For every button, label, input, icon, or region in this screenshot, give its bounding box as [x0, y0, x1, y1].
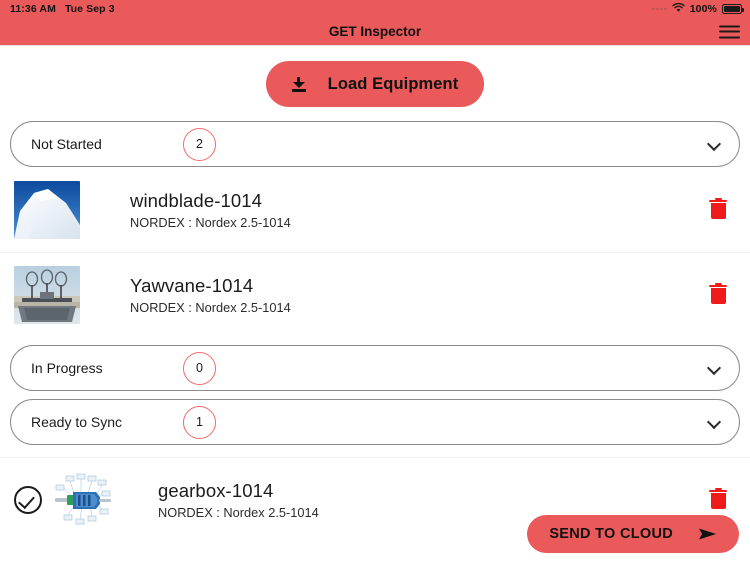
status-bar: 11:36 AM Tue Sep 3 100% [0, 0, 750, 18]
status-bar-time: 11:36 AM [10, 3, 56, 15]
chevron-down-icon[interactable] [708, 138, 721, 151]
send-to-cloud-button[interactable]: SEND TO CLOUD [527, 515, 739, 553]
app-bar: GET Inspector [0, 18, 750, 46]
battery-full-icon [722, 4, 744, 14]
list-item[interactable]: windblade-1014 NORDEX : Nordex 2.5-1014 [0, 167, 750, 252]
section-count-in-progress: 0 [183, 351, 216, 385]
load-equipment-toolbar: Load Equipment [0, 46, 750, 107]
section-label-ready-to-sync: Ready to Sync [31, 414, 123, 430]
status-bar-indicators: 100% [652, 2, 744, 16]
trash-icon[interactable] [708, 487, 728, 512]
signal-dots-icon [652, 7, 667, 11]
load-equipment-label: Load Equipment [327, 74, 459, 93]
check-circle-icon [14, 485, 42, 514]
list-item-text: Yawvane-1014 NORDEX : Nordex 2.5-1014 [130, 275, 291, 315]
windblade-photo [14, 180, 80, 239]
battery-percent-label: 100% [689, 3, 717, 15]
load-equipment-button[interactable]: Load Equipment [265, 61, 485, 107]
wifi-icon [672, 2, 685, 16]
list-item-title: gearbox-1014 [158, 479, 274, 501]
status-bar-date: Tue Sep 3 [64, 3, 115, 15]
section-count-ready-to-sync: 1 [183, 405, 216, 439]
list-item-text: windblade-1014 NORDEX : Nordex 2.5-1014 [130, 190, 291, 230]
section-count-not-started: 2 [183, 127, 216, 161]
section-header-not-started[interactable]: Not Started 2 [10, 121, 740, 167]
chevron-down-icon[interactable] [708, 362, 721, 375]
list-item-subtitle: NORDEX : Nordex 2.5-1014 [130, 214, 291, 230]
trash-icon[interactable] [708, 197, 728, 222]
list-item-subtitle: NORDEX : Nordex 2.5-1014 [130, 299, 291, 315]
section-header-ready-to-sync[interactable]: Ready to Sync 1 [10, 399, 740, 445]
footer-actions: SEND TO CLOUD [527, 515, 739, 553]
list-item-subtitle: NORDEX : Nordex 2.5-1014 [158, 504, 319, 520]
gearbox-diagram [50, 470, 116, 529]
send-arrow-icon [699, 527, 717, 541]
hamburger-menu-icon[interactable] [719, 25, 740, 38]
page-title: GET Inspector [328, 24, 422, 39]
app-root: 11:36 AM Tue Sep 3 100% GET Inspector Lo… [0, 0, 750, 562]
send-to-cloud-label: SEND TO CLOUD [549, 526, 673, 542]
list-item-title: Yawvane-1014 [130, 274, 254, 296]
section-header-in-progress[interactable]: In Progress 0 [10, 345, 740, 391]
not-started-list: windblade-1014 NORDEX : Nordex 2.5-1014 [0, 167, 750, 337]
list-item-title: windblade-1014 [130, 189, 263, 211]
list-item[interactable]: Yawvane-1014 NORDEX : Nordex 2.5-1014 [0, 252, 750, 337]
list-item-text: gearbox-1014 NORDEX : Nordex 2.5-1014 [158, 480, 319, 520]
main-content: Load Equipment Not Started 2 windblade-1… [0, 46, 750, 562]
yawvane-photo [14, 265, 80, 324]
section-label-not-started: Not Started [31, 136, 102, 152]
download-icon [291, 76, 306, 92]
chevron-down-icon[interactable] [708, 416, 721, 429]
section-label-in-progress: In Progress [31, 360, 103, 376]
trash-icon[interactable] [708, 282, 728, 307]
